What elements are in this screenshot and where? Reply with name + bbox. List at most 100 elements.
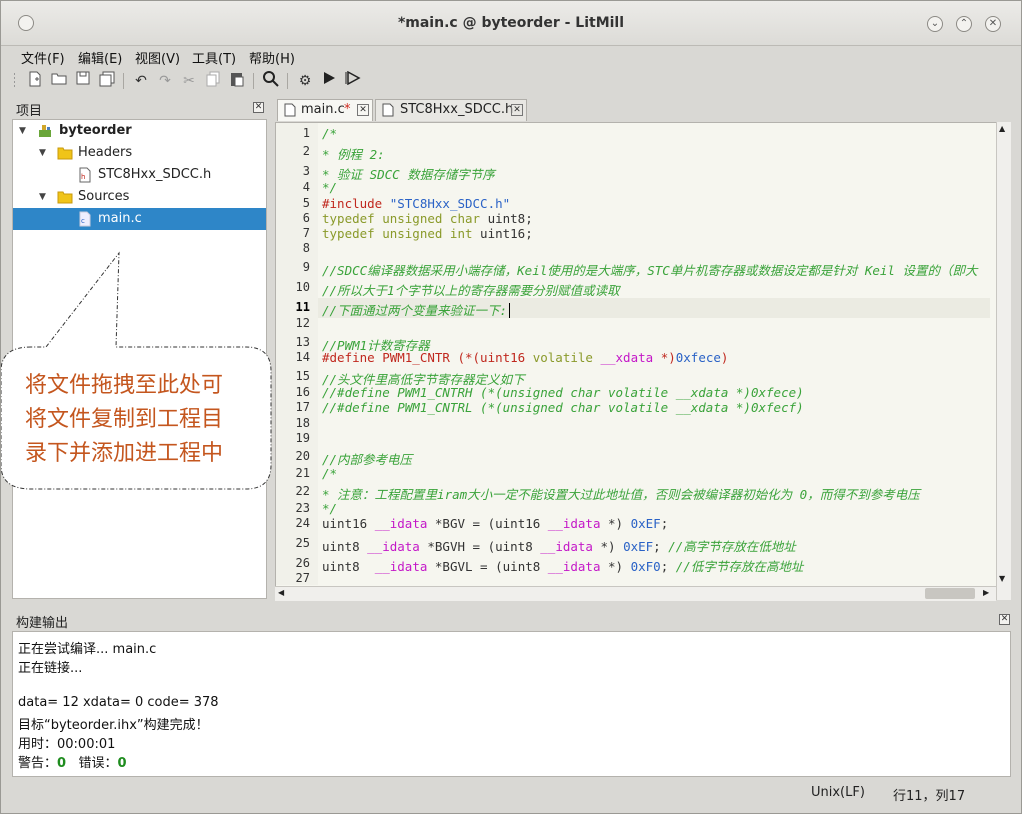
code-token: *BGVH = (uint8 bbox=[427, 539, 541, 554]
find-icon[interactable] bbox=[261, 71, 281, 91]
tree-item-source-file[interactable]: c main.c bbox=[13, 208, 266, 230]
build-output-close-icon[interactable]: ✕ bbox=[999, 614, 1010, 625]
expand-arrow-icon[interactable]: ▼ bbox=[39, 142, 46, 164]
code-line: uint8 __idata *BGVL = (uint8 __idata *) … bbox=[322, 556, 803, 575]
project-panel-title: 项目 bbox=[16, 104, 43, 119]
tree-item-label: main.c bbox=[98, 211, 142, 226]
build-settings-icon[interactable]: ⚙ bbox=[295, 71, 315, 91]
code-line: uint8 __idata *BGVH = (uint8 __idata *) … bbox=[322, 536, 796, 555]
svg-text:h: h bbox=[81, 173, 85, 181]
tab-main-c[interactable]: main.c * ✕ bbox=[277, 99, 373, 121]
new-file-icon[interactable] bbox=[25, 71, 45, 91]
code-token: *) bbox=[600, 539, 624, 554]
code-token: volatile bbox=[532, 350, 601, 365]
expand-arrow-icon[interactable]: ▼ bbox=[19, 120, 26, 142]
code-token: //所以大于1个字节以上的寄存器需要分别赋值或读取 bbox=[322, 283, 620, 298]
code-line: //#define PWM1_CNTRH (*(unsigned char vo… bbox=[322, 385, 804, 400]
horizontal-scroll-thumb[interactable] bbox=[925, 588, 975, 599]
code-area[interactable]: /* * 例程 2: * 验证 SDCC 数据存储字节序 */#include "ST… bbox=[276, 123, 1009, 585]
code-line: /* bbox=[322, 466, 337, 481]
tree-item-sources[interactable]: ▼ Sources bbox=[13, 186, 266, 208]
callout-line: 将文件拖拽至此处可 bbox=[25, 373, 224, 398]
maximize-icon[interactable]: ⌃ bbox=[956, 16, 972, 32]
code-token: */ bbox=[322, 501, 338, 516]
line-ending-status[interactable]: Unix(LF) bbox=[811, 785, 865, 800]
file-icon bbox=[284, 103, 296, 117]
paste-icon[interactable] bbox=[227, 71, 247, 91]
tree-item-root[interactable]: ▼ byteorder bbox=[13, 120, 266, 142]
build-line: 正在尝试编译... main.c bbox=[18, 642, 157, 657]
scroll-left-icon[interactable]: ◀ bbox=[278, 588, 284, 597]
tree-item-label: Sources bbox=[78, 189, 130, 204]
scroll-down-icon[interactable]: ▼ bbox=[999, 574, 1005, 583]
expand-arrow-icon[interactable]: ▼ bbox=[39, 186, 46, 208]
menu-help[interactable]: 帮助(H) bbox=[249, 48, 295, 67]
callout-line: 录下并添加进工程中 bbox=[25, 441, 224, 466]
tree-item-headers[interactable]: ▼ Headers bbox=[13, 142, 266, 164]
svg-text:c: c bbox=[81, 217, 85, 225]
code-token: /* bbox=[322, 126, 338, 141]
close-icon[interactable]: ✕ bbox=[985, 16, 1001, 32]
editor-tab-bar: main.c * ✕ STC8Hxx_SDCC.h ✕ bbox=[274, 97, 1011, 121]
code-token: *BGV = (uint16 bbox=[434, 516, 548, 531]
menu-view[interactable]: 视图(V) bbox=[135, 48, 180, 67]
menu-edit[interactable]: 编辑(E) bbox=[78, 48, 122, 67]
build-line: 正在链接... bbox=[18, 661, 83, 676]
code-token: //#define PWM1_CNTRL (*(unsigned char vo… bbox=[322, 400, 804, 415]
code-token: 0xEF bbox=[623, 539, 654, 554]
debug-run-icon[interactable] bbox=[343, 70, 363, 91]
tab-stc8hxx-h[interactable]: STC8Hxx_SDCC.h ✕ bbox=[375, 99, 527, 121]
code-line: * 例程 2: bbox=[322, 144, 385, 163]
build-output[interactable]: 正在尝试编译... main.c 正在链接... data= 12 xdata=… bbox=[12, 631, 1011, 777]
build-line: data= 12 xdata= 0 code= 378 bbox=[18, 695, 219, 710]
code-token: //高字节存放在低地址 bbox=[668, 539, 796, 554]
code-token: (*(uint16 bbox=[457, 350, 533, 365]
code-token: __idata bbox=[547, 516, 609, 531]
code-token: ) bbox=[720, 350, 729, 365]
code-token: __idata bbox=[374, 516, 435, 531]
code-token: //内部参考电压 bbox=[322, 452, 413, 467]
cut-icon[interactable]: ✂ bbox=[179, 71, 199, 91]
menu-tools[interactable]: 工具(T) bbox=[192, 48, 236, 67]
run-icon[interactable] bbox=[319, 71, 339, 91]
open-folder-icon[interactable] bbox=[49, 71, 69, 91]
toolbar: ↶ ↷ ✂ ⚙ bbox=[11, 69, 1011, 93]
code-line: * 验证 SDCC 数据存储字节序 bbox=[322, 164, 495, 183]
toolbar-grip[interactable] bbox=[14, 73, 15, 89]
redo-icon[interactable]: ↷ bbox=[155, 71, 175, 91]
text-caret: ​ bbox=[509, 303, 511, 318]
tree-item-label: STC8Hxx_SDCC.h bbox=[98, 167, 212, 182]
scroll-right-icon[interactable]: ▶ bbox=[983, 588, 989, 597]
app-window: *main.c @ byteorder - LitMill ⌄ ⌃ ✕ 文件(F… bbox=[0, 0, 1022, 814]
code-token: 0xfece bbox=[675, 350, 721, 365]
code-line: //#define PWM1_CNTRL (*(unsigned char vo… bbox=[322, 400, 804, 415]
save-icon[interactable] bbox=[73, 71, 93, 91]
code-token: 0xF0 bbox=[630, 559, 661, 574]
code-line: /* bbox=[322, 126, 337, 141]
scroll-up-icon[interactable]: ▲ bbox=[999, 124, 1005, 133]
header-file-icon: h bbox=[79, 167, 91, 183]
project-panel-close-icon[interactable]: ✕ bbox=[253, 102, 264, 113]
toolbar-separator bbox=[253, 73, 254, 89]
minimize-icon[interactable]: ⌄ bbox=[927, 16, 943, 32]
save-all-icon[interactable] bbox=[97, 71, 117, 91]
undo-icon[interactable]: ↶ bbox=[131, 71, 151, 91]
code-editor[interactable]: 1 2 3 4 5 6 7 8 9 10 11 12 13 14 15 16 17 18 19 20 21 22 23 24 2… bbox=[275, 122, 1010, 600]
code-token: */ bbox=[322, 180, 338, 195]
code-token: //#define PWM1_CNTRH (*(unsigned char vo… bbox=[322, 385, 804, 400]
tab-close-icon[interactable]: ✕ bbox=[511, 104, 523, 116]
copy-icon[interactable] bbox=[203, 71, 223, 91]
tab-close-icon[interactable]: ✕ bbox=[357, 104, 369, 116]
build-line: 用时：00:00:01 bbox=[18, 737, 116, 752]
menu-file[interactable]: 文件(F) bbox=[21, 48, 65, 67]
toolbar-separator bbox=[123, 73, 124, 89]
project-icon bbox=[39, 125, 51, 137]
code-token: #include bbox=[322, 196, 390, 211]
editor-horizontal-scrollbar[interactable]: ◀ ▶ bbox=[275, 586, 996, 601]
error-label: 错误： bbox=[78, 756, 118, 771]
source-file-icon: c bbox=[79, 211, 91, 227]
tab-label: main.c bbox=[301, 102, 345, 117]
editor-vertical-scrollbar[interactable]: ▲ ▼ bbox=[996, 122, 1011, 600]
toolbar-separator bbox=[287, 73, 288, 89]
tree-item-header-file[interactable]: h STC8Hxx_SDCC.h bbox=[13, 164, 266, 186]
